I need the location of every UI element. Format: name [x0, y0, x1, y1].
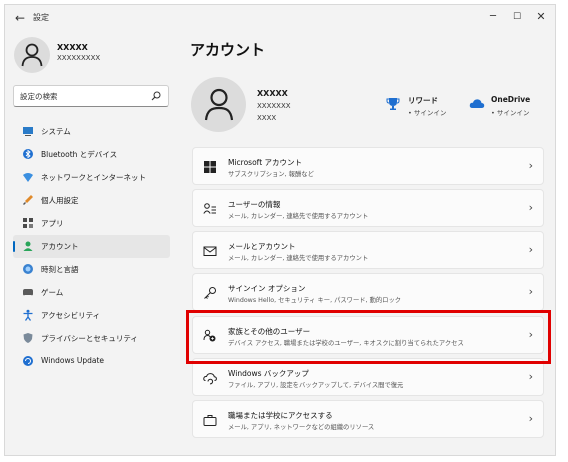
chevron-right-icon: ›	[528, 159, 533, 172]
maximize-button[interactable]: ☐	[507, 8, 527, 26]
chevron-right-icon: ›	[528, 370, 533, 383]
card-title: メールとアカウント	[228, 242, 296, 251]
network-icon	[23, 173, 33, 182]
card-email-accounts[interactable]: メールとアカウント メール, カレンダー, 連絡先で使用するアカウント ›	[192, 231, 544, 269]
highlight-box	[186, 310, 551, 364]
card-subtitle: ファイル, アプリ, 設定をバックアップして, デバイス間で復元	[228, 382, 404, 389]
sidebar-nav: システム Bluetooth とデバイス ネットワークとインターネット 個人用設…	[13, 120, 170, 373]
sidebar-item-label: アプリ	[41, 219, 64, 228]
chevron-right-icon: ›	[528, 243, 533, 256]
monitor-icon	[23, 127, 33, 136]
person-icon	[23, 241, 33, 251]
card-title: サインイン オプション	[228, 284, 306, 293]
card-subtitle: メール, アプリ, ネットワークなどの組織のリソース	[228, 424, 375, 431]
sidebar-item-windows-update[interactable]: Windows Update	[13, 350, 170, 373]
sidebar-item-label: 個人用設定	[41, 196, 79, 205]
trophy-icon	[386, 98, 400, 110]
onedrive-title: OneDrive	[491, 95, 531, 104]
back-button[interactable]: ←	[11, 9, 29, 27]
title-bar: ← 設定 ─ ☐ ✕	[5, 5, 555, 31]
sidebar-item-label: プライバシーとセキュリティ	[41, 334, 138, 343]
card-subtitle: サブスクリプション, 報酬など	[228, 171, 314, 178]
onedrive-status: • サインイン	[491, 109, 530, 117]
briefcase-icon	[203, 415, 217, 426]
sidebar-item-label: アクセシビリティ	[41, 311, 101, 320]
account-detail: XXXXXXX	[257, 102, 291, 110]
avatar[interactable]	[14, 37, 50, 73]
backup-icon	[203, 373, 217, 385]
sidebar-item-label: ネットワークとインターネット	[41, 173, 146, 182]
sidebar-item-privacy[interactable]: プライバシーとセキュリティ	[13, 327, 170, 350]
window-title: 設定	[33, 13, 49, 22]
sidebar-item-system[interactable]: システム	[13, 120, 170, 143]
account-detail: XXXX	[257, 114, 277, 122]
sidebar-item-accounts[interactable]: アカウント	[13, 235, 170, 258]
card-microsoft-account[interactable]: Microsoft アカウント サブスクリプション, 報酬など ›	[192, 147, 544, 185]
account-avatar[interactable]	[191, 77, 246, 132]
user-info-icon	[203, 203, 216, 214]
chevron-right-icon: ›	[528, 285, 533, 298]
page-title: アカウント	[190, 41, 266, 59]
close-button[interactable]: ✕	[531, 8, 551, 26]
rewards-status: • サインイン	[408, 109, 447, 117]
sidebar-item-label: 時刻と言語	[41, 265, 79, 274]
rewards-title: リワード	[408, 96, 438, 105]
active-indicator	[13, 241, 15, 252]
card-title: ユーザーの情報	[228, 200, 281, 209]
card-title: 職場または学校にアクセスする	[228, 411, 333, 420]
sidebar-item-personalization[interactable]: 個人用設定	[13, 189, 170, 212]
chevron-right-icon: ›	[528, 201, 533, 214]
cloud-icon	[469, 99, 485, 108]
settings-window: ← 設定 ─ ☐ ✕ XXXXX XXXXXXXXX システム Bluetoot…	[4, 4, 556, 456]
sidebar-item-apps[interactable]: アプリ	[13, 212, 170, 235]
sidebar-item-bluetooth[interactable]: Bluetooth とデバイス	[13, 143, 170, 166]
brush-icon	[23, 195, 33, 205]
sidebar-item-label: Bluetooth とデバイス	[41, 150, 118, 159]
sidebar-item-label: システム	[41, 127, 71, 136]
sidebar-item-accessibility[interactable]: アクセシビリティ	[13, 304, 170, 327]
sidebar-item-gaming[interactable]: ゲーム	[13, 281, 170, 304]
accessibility-icon	[23, 309, 33, 321]
update-icon	[23, 356, 33, 366]
sidebar-item-label: アカウント	[41, 242, 79, 251]
search-box[interactable]	[13, 85, 169, 107]
minimize-button[interactable]: ─	[483, 8, 503, 26]
sidebar-item-time-language[interactable]: 時刻と言語	[13, 258, 170, 281]
card-sign-in-options[interactable]: サインイン オプション Windows Hello, セキュリティ キー, パス…	[192, 273, 544, 311]
sidebar-item-network[interactable]: ネットワークとインターネット	[13, 166, 170, 189]
account-name: XXXXX	[257, 89, 288, 98]
card-title: Windows バックアップ	[228, 369, 309, 378]
sidebar-item-label: ゲーム	[41, 288, 64, 297]
gamepad-icon	[23, 289, 33, 296]
search-icon	[151, 91, 161, 101]
card-subtitle: メール, カレンダー, 連絡先で使用するアカウント	[228, 213, 369, 220]
card-title: Microsoft アカウント	[228, 158, 303, 167]
mail-icon	[203, 246, 217, 256]
chevron-right-icon: ›	[528, 412, 533, 425]
profile-name: XXXXX	[57, 43, 88, 52]
card-your-info[interactable]: ユーザーの情報 メール, カレンダー, 連絡先で使用するアカウント ›	[192, 189, 544, 227]
card-subtitle: メール, カレンダー, 連絡先で使用するアカウント	[228, 255, 369, 262]
card-access-work-school[interactable]: 職場または学校にアクセスする メール, アプリ, ネットワークなどの組織のリソー…	[192, 400, 544, 438]
search-input[interactable]	[20, 88, 150, 104]
sidebar-item-label: Windows Update	[41, 356, 105, 365]
profile-email: XXXXXXXXX	[57, 54, 101, 62]
shield-icon	[23, 333, 33, 343]
person-icon	[204, 88, 234, 121]
card-subtitle: Windows Hello, セキュリティ キー, パスワード, 動的ロック	[228, 297, 402, 304]
person-icon	[21, 43, 43, 67]
windows-logo-icon	[204, 161, 216, 173]
bluetooth-icon	[23, 149, 33, 159]
globe-icon	[23, 264, 33, 274]
key-icon	[204, 287, 216, 299]
apps-icon	[23, 218, 33, 228]
